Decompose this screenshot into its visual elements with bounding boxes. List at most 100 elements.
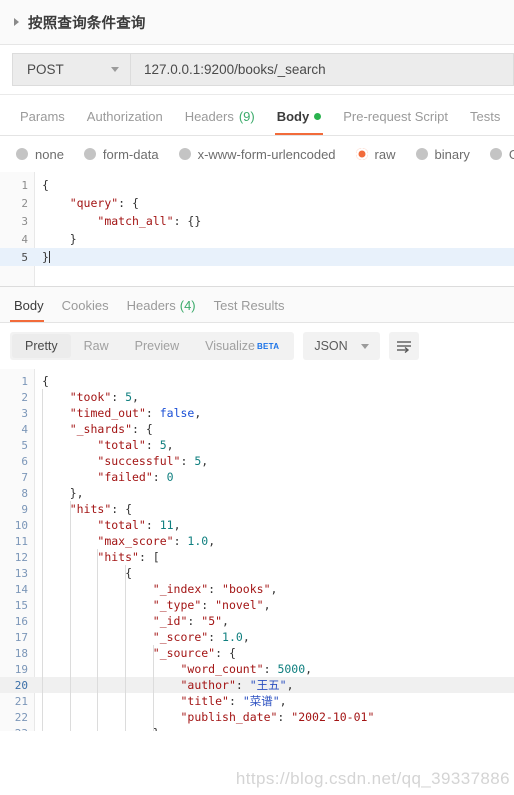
- triangle-right-icon[interactable]: [14, 18, 19, 26]
- code-line: 6 "successful": 5,: [0, 453, 514, 469]
- body-type-x-www-form-urlencoded[interactable]: x-www-form-urlencoded: [178, 147, 336, 162]
- line-number: 5: [21, 438, 28, 452]
- code-line: 23 }: [0, 725, 514, 731]
- line-number: 1: [21, 178, 28, 192]
- code-line: 3 "match_all": {}: [0, 212, 514, 230]
- format-mode-raw[interactable]: Raw: [71, 334, 122, 358]
- response-tab-headers[interactable]: Headers (4): [118, 298, 205, 322]
- line-number: 9: [21, 502, 28, 516]
- line-content: "total": 5,: [97, 438, 174, 452]
- body-type-form-data[interactable]: form-data: [83, 147, 159, 162]
- line-number: 22: [14, 710, 28, 724]
- line-number: 14: [14, 582, 28, 596]
- line-number: 11: [14, 534, 28, 548]
- code-line: 20 "author": "王五",: [0, 677, 514, 693]
- line-content: {: [125, 566, 133, 580]
- request-tab-count: (9): [238, 109, 255, 124]
- line-number: 7: [21, 470, 28, 484]
- radio-icon[interactable]: [489, 148, 502, 160]
- line-content: "_id": "5",: [152, 614, 229, 628]
- request-tab-params[interactable]: Params: [9, 109, 76, 135]
- line-content: "title": "菜谱",: [180, 694, 287, 708]
- watermark: https://blog.csdn.net/qq_39337886: [235, 769, 510, 788]
- line-number: 3: [21, 406, 28, 420]
- line-number: 21: [14, 694, 28, 708]
- line-content: "successful": 5,: [97, 454, 209, 468]
- request-tab-headers[interactable]: Headers (9): [174, 109, 266, 135]
- code-line: 4 }: [0, 230, 514, 248]
- body-type-label: raw: [374, 146, 396, 162]
- code-line: 4 "_shards": {: [0, 421, 514, 437]
- format-mode-pretty[interactable]: Pretty: [12, 334, 71, 358]
- format-mode-preview[interactable]: Preview: [122, 334, 192, 358]
- request-tab-body[interactable]: Body: [266, 109, 333, 135]
- language-label: JSON: [314, 339, 348, 353]
- code-line: 21 "title": "菜谱",: [0, 693, 514, 709]
- line-content: "_score": 1.0,: [152, 630, 250, 644]
- line-content: "word_count": 5000,: [180, 662, 313, 676]
- line-number: 5: [21, 250, 28, 264]
- response-tab-count: (4): [179, 298, 196, 313]
- response-tab-cookies[interactable]: Cookies: [53, 298, 118, 322]
- line-number: 2: [21, 196, 28, 210]
- line-number: 19: [14, 662, 28, 676]
- radio-icon[interactable]: [83, 148, 96, 160]
- wrap-lines-icon[interactable]: [388, 332, 419, 360]
- body-type-binary[interactable]: binary: [415, 147, 470, 162]
- line-content: "_index": "books",: [152, 582, 278, 596]
- radio-icon[interactable]: [16, 148, 28, 160]
- radio-icon[interactable]: [355, 148, 368, 160]
- code-line: 11 "max_score": 1.0,: [0, 533, 514, 549]
- code-line: 17 "_score": 1.0,: [0, 629, 514, 645]
- url-row: POST 127.0.0.1:9200/books/_search: [0, 45, 514, 95]
- line-content: "author": "王五",: [180, 678, 294, 692]
- line-number: 4: [21, 422, 28, 436]
- http-method-select[interactable]: POST: [12, 53, 130, 86]
- body-type-none[interactable]: none: [16, 147, 64, 162]
- response-tab-bar: Body Cookies Headers (4) Test Results: [0, 287, 514, 323]
- request-tab-pre-request-script[interactable]: Pre-request Script: [332, 109, 459, 135]
- line-content: "took": 5,: [69, 390, 139, 404]
- chevron-down-icon: [360, 343, 369, 349]
- line-number: 12: [14, 550, 28, 564]
- url-input[interactable]: 127.0.0.1:9200/books/_search: [130, 53, 514, 86]
- body-type-raw[interactable]: raw: [355, 146, 396, 162]
- language-select[interactable]: JSON: [303, 332, 380, 360]
- radio-icon[interactable]: [415, 148, 428, 160]
- response-tab-label: Cookies: [61, 298, 109, 313]
- line-content: "_source": {: [152, 646, 236, 660]
- response-tab-body[interactable]: Body: [5, 298, 53, 322]
- request-tab-tests[interactable]: Tests: [459, 109, 511, 135]
- response-format-toolbar: Pretty Raw Preview Visualize BETA JSON: [0, 323, 514, 369]
- radio-icon[interactable]: [178, 148, 191, 160]
- format-mode-label: Raw: [83, 339, 109, 353]
- request-tab-label: Tests: [469, 109, 501, 124]
- indent-guide: [69, 501, 71, 731]
- line-number: 13: [14, 566, 28, 580]
- response-tab-test-results[interactable]: Test Results: [205, 298, 294, 322]
- request-body-editor[interactable]: 1{2 "query": {3 "match_all": {} 4 } 5}: [0, 172, 514, 287]
- http-method-label: POST: [27, 62, 64, 77]
- body-type-graphql[interactable]: GraphQL: [489, 147, 514, 162]
- response-body-viewer[interactable]: 1{2 "took": 5, 3 "timed_out": false, 4 "_s…: [0, 369, 514, 731]
- line-number: 15: [14, 598, 28, 612]
- line-number: 8: [21, 486, 28, 500]
- line-number: 4: [21, 232, 28, 246]
- format-mode-visualize[interactable]: Visualize BETA: [192, 334, 292, 358]
- line-content: "query": {: [69, 196, 139, 210]
- format-mode-label: Visualize: [205, 339, 255, 353]
- beta-badge: BETA: [256, 341, 280, 351]
- line-content: "publish_date": "2002-10-01": [180, 710, 375, 724]
- request-tab-label: Pre-request Script: [343, 109, 448, 124]
- request-title-bar[interactable]: 按照查询条件查询: [0, 0, 514, 45]
- line-number: 2: [21, 390, 28, 404]
- code-line: 3 "timed_out": false,: [0, 405, 514, 421]
- code-line: 13 {: [0, 565, 514, 581]
- request-tab-authorization[interactable]: Authorization: [76, 109, 174, 135]
- indent-guide: [42, 389, 43, 731]
- response-tab-label: Headers: [126, 298, 176, 313]
- line-number: 16: [14, 614, 28, 628]
- chevron-down-icon: [111, 67, 119, 72]
- format-mode-label: Preview: [134, 339, 180, 353]
- line-content: {: [42, 374, 49, 388]
